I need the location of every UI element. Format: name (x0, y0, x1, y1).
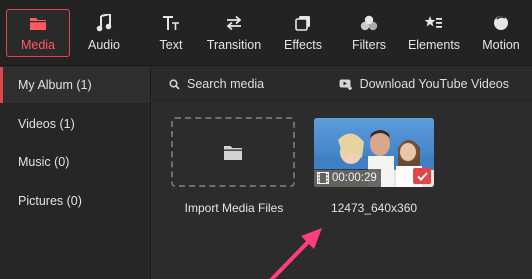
film-icon (317, 172, 329, 184)
tab-label: Audio (88, 38, 120, 52)
sidebar: My Album (1) Videos (1) Music (0) Pictur… (0, 67, 151, 279)
video-clip-thumbnail[interactable]: 00:00:29 (314, 118, 434, 187)
motion-icon (493, 13, 509, 33)
import-media-tile[interactable] (171, 117, 295, 187)
sidebar-item-videos[interactable]: Videos (1) (0, 106, 150, 142)
search-icon (169, 78, 180, 90)
folder-icon (223, 144, 243, 161)
media-grid: Import Media Files 00:00:29 12473_640x36… (152, 101, 532, 279)
clip-duration-text: 00:00:29 (332, 172, 377, 184)
tab-transition[interactable]: Transition (202, 0, 266, 66)
tab-label: Text (159, 38, 183, 52)
sidebar-item-label: Videos (1) (18, 117, 75, 131)
tab-filters[interactable]: Filters (344, 0, 394, 66)
tab-label: Effects (284, 38, 322, 52)
selected-checkmark-icon[interactable] (413, 168, 431, 184)
tab-label: Filters (351, 38, 387, 52)
sidebar-item-pictures[interactable]: Pictures (0) (0, 183, 150, 219)
filters-icon (360, 13, 378, 33)
clip-name-label: 12473_640x360 (330, 201, 418, 215)
folder-icon (29, 13, 47, 33)
sidebar-item-label: Pictures (0) (18, 194, 82, 208)
effects-icon (295, 13, 311, 33)
tab-label: Media (20, 38, 56, 52)
tab-text[interactable]: Text (146, 0, 196, 66)
tab-label: Transition (206, 38, 262, 52)
sidebar-item-my-album[interactable]: My Album (1) (0, 67, 150, 103)
search-media-button[interactable]: Search media (169, 67, 264, 101)
clip-duration: 00:00:29 (314, 169, 381, 187)
tab-motion[interactable]: Motion (476, 0, 526, 66)
sidebar-item-label: My Album (1) (18, 78, 92, 92)
tab-audio[interactable]: Audio (74, 0, 134, 66)
sidebar-item-music[interactable]: Music (0) (0, 144, 150, 180)
music-note-icon (96, 13, 112, 33)
tab-label: Elements (407, 38, 461, 52)
sidebar-item-label: Music (0) (18, 155, 70, 169)
download-label: Download YouTube Videos (359, 77, 509, 91)
elements-icon (425, 13, 443, 33)
toolbar: Media Audio Text Transition Effects Filt… (0, 0, 532, 66)
search-label: Search media (187, 77, 265, 91)
tab-effects[interactable]: Effects (278, 0, 328, 66)
tab-label: Motion (482, 38, 520, 52)
tab-media[interactable]: Media (6, 0, 70, 66)
download-youtube-button[interactable]: Download YouTube Videos (339, 67, 509, 101)
tab-elements[interactable]: Elements (404, 0, 464, 66)
youtube-download-icon (339, 79, 353, 90)
import-media-label: Import Media Files (184, 201, 284, 215)
transition-arrows-icon (225, 13, 243, 33)
text-icon (162, 13, 180, 33)
media-toolbar: Search media Download YouTube Videos (152, 67, 532, 101)
